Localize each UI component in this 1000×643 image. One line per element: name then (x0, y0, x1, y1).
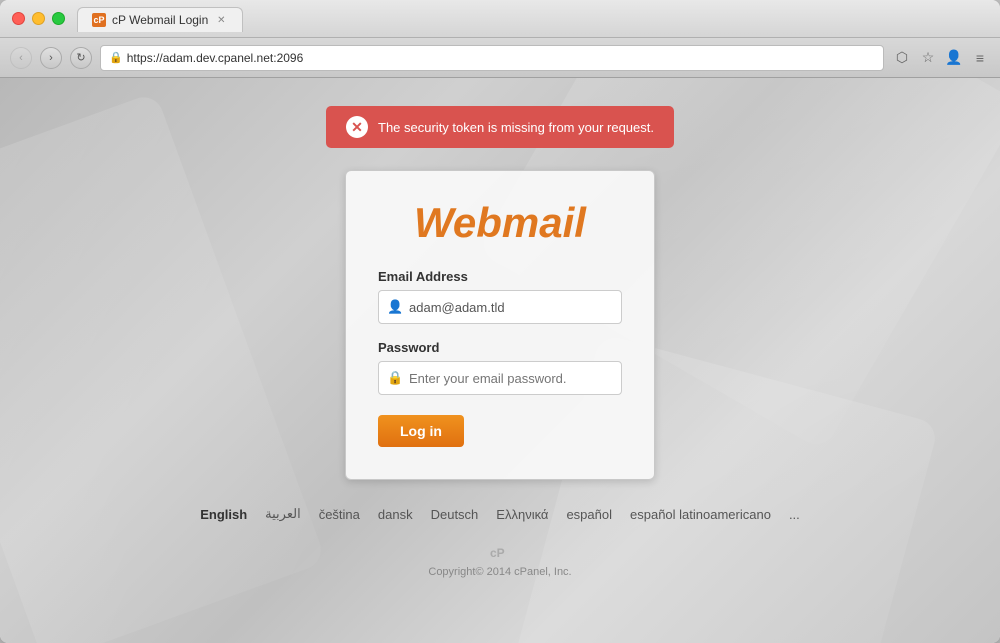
tab-bar: cP cP Webmail Login ✕ (77, 6, 988, 31)
error-banner: ✕ The security token is missing from you… (326, 106, 674, 148)
email-input-wrapper: 👤 (378, 290, 622, 324)
login-button[interactable]: Log in (378, 415, 464, 447)
page-content: ✕ The security token is missing from you… (0, 78, 1000, 643)
password-input[interactable] (378, 361, 622, 395)
language-item[interactable]: العربية (265, 506, 301, 522)
email-input[interactable] (378, 290, 622, 324)
user-icon: 👤 (387, 299, 403, 315)
minimize-button[interactable] (32, 12, 45, 25)
copyright-text: Copyright© 2014 cPanel, Inc. (428, 566, 571, 578)
menu-icon[interactable]: ≡ (970, 48, 990, 68)
language-item[interactable]: English (200, 507, 247, 522)
tab-close-button[interactable]: ✕ (214, 13, 228, 27)
traffic-lights (12, 12, 65, 25)
footer: cP Copyright© 2014 cPanel, Inc. (428, 542, 571, 578)
password-form-group: Password 🔒 (378, 340, 622, 395)
email-form-group: Email Address 👤 (378, 269, 622, 324)
email-label: Email Address (378, 269, 622, 284)
language-item[interactable]: ... (789, 507, 800, 522)
refresh-button[interactable]: ↻ (70, 47, 92, 69)
back-button[interactable]: ‹ (10, 47, 32, 69)
forward-button[interactable]: › (40, 47, 62, 69)
url-text: https://adam.dev.cpanel.net:2096 (127, 51, 304, 65)
language-item[interactable]: čeština (319, 507, 360, 522)
password-label: Password (378, 340, 622, 355)
language-item[interactable]: Deutsch (431, 507, 479, 522)
close-button[interactable] (12, 12, 25, 25)
language-item[interactable]: Ελληνικά (496, 507, 548, 522)
password-input-wrapper: 🔒 (378, 361, 622, 395)
lock-icon: 🔒 (387, 370, 403, 386)
language-item[interactable]: español (566, 507, 612, 522)
login-card: Webmail Email Address 👤 Password 🔒 Log i… (345, 170, 655, 480)
svg-text:cP: cP (490, 546, 505, 560)
cast-icon[interactable]: ⬡ (892, 48, 912, 68)
toolbar-icons: ⬡ ☆ 👤 ≡ (892, 48, 990, 68)
language-bar: English العربية čeština dansk Deutsch Ελληνικ… (180, 506, 820, 522)
error-icon: ✕ (346, 116, 368, 138)
tab-favicon: cP (92, 13, 106, 27)
bookmark-icon[interactable]: ☆ (918, 48, 938, 68)
bg-shape-2 (0, 92, 326, 643)
error-message: The security token is missing from your … (378, 120, 654, 135)
profile-icon[interactable]: 👤 (944, 48, 964, 68)
active-tab[interactable]: cP cP Webmail Login ✕ (77, 7, 243, 32)
error-x-icon: ✕ (351, 119, 363, 136)
secure-icon: 🔒 (109, 51, 123, 64)
webmail-title: Webmail (378, 199, 622, 247)
title-bar: cP cP Webmail Login ✕ (0, 0, 1000, 38)
address-bar: ‹ › ↻ 🔒 https://adam.dev.cpanel.net:2096… (0, 38, 1000, 78)
language-item[interactable]: dansk (378, 507, 413, 522)
language-item[interactable]: español latinoamericano (630, 507, 771, 522)
tab-title: cP Webmail Login (112, 13, 208, 27)
browser-window: cP cP Webmail Login ✕ ‹ › ↻ 🔒 https://ad… (0, 0, 1000, 643)
cpanel-logo: cP (486, 542, 514, 562)
url-bar[interactable]: 🔒 https://adam.dev.cpanel.net:2096 (100, 45, 884, 71)
maximize-button[interactable] (52, 12, 65, 25)
